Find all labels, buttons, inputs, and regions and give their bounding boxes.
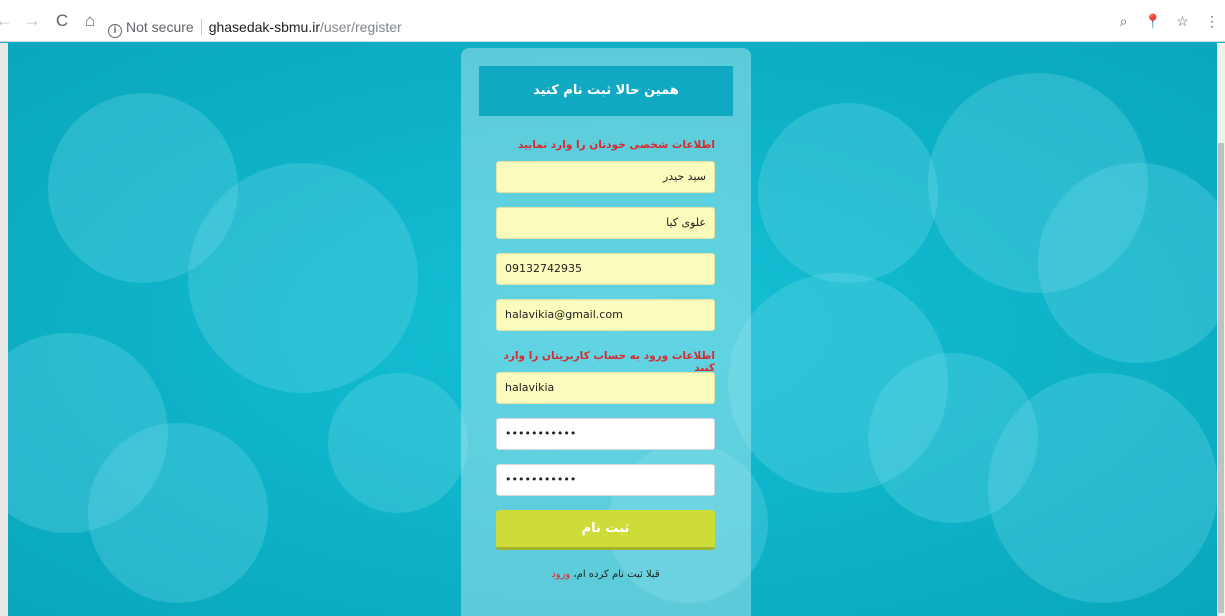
personal-info-label: اطلاعات شخصی خودتان را وارد نمایید — [517, 139, 715, 151]
last-name-field[interactable]: علوی کیا — [496, 207, 715, 239]
scrollbar[interactable] — [1217, 43, 1225, 616]
toolbar-actions: ⌕ 📍 ☆ ⋮ — [1110, 13, 1223, 35]
zoom-icon[interactable]: ⌕ — [1113, 13, 1135, 30]
back-icon[interactable]: ← — [0, 11, 14, 31]
address-bar[interactable]: i Not secure ghasedak-sbmu.ir/user/registe… — [108, 16, 1108, 38]
password-field[interactable]: ••••••••••• — [496, 418, 715, 450]
username-field[interactable]: halavikia — [496, 372, 715, 404]
star-icon[interactable]: ☆ — [1172, 13, 1194, 30]
reload-icon[interactable]: C — [52, 11, 72, 31]
url-host: ghasedak-sbmu.ir — [208, 19, 320, 35]
extension-icon[interactable]: 📍 — [1142, 13, 1164, 30]
email-field[interactable]: halavikia@gmail.com — [496, 299, 715, 331]
password-confirm-field[interactable]: ••••••••••• — [496, 464, 715, 496]
login-line: قبلا ثبت نام کرده ام، ورود — [496, 569, 715, 580]
register-button[interactable]: ثبت نام — [496, 510, 715, 550]
info-icon[interactable]: i — [108, 24, 122, 38]
first-name-field[interactable]: سید حیدر — [496, 161, 715, 193]
left-edge — [0, 43, 8, 616]
card-title: همین حالا ثبت نام کنید — [479, 66, 733, 116]
login-link[interactable]: ورود — [551, 569, 570, 580]
forward-icon[interactable]: → — [22, 11, 42, 31]
menu-icon[interactable]: ⋮ — [1201, 13, 1223, 30]
register-card: همین حالا ثبت نام کنید اطلاعات شخصی خودت… — [461, 48, 751, 616]
security-label: Not secure — [126, 19, 194, 35]
url-path: /user/register — [319, 19, 402, 35]
scrollbar-thumb[interactable] — [1218, 143, 1224, 613]
browser-toolbar: ← → C ⌂ i Not secure ghasedak-sbmu.ir/user… — [0, 0, 1225, 42]
account-info-label: اطلاعات ورود به حساب کاربریتان را وارد ک… — [503, 350, 715, 374]
phone-field[interactable]: 09132742935 — [496, 253, 715, 285]
home-icon[interactable]: ⌂ — [80, 11, 100, 31]
divider — [200, 19, 202, 35]
login-prompt: قبلا ثبت نام کرده ام، — [573, 569, 660, 580]
